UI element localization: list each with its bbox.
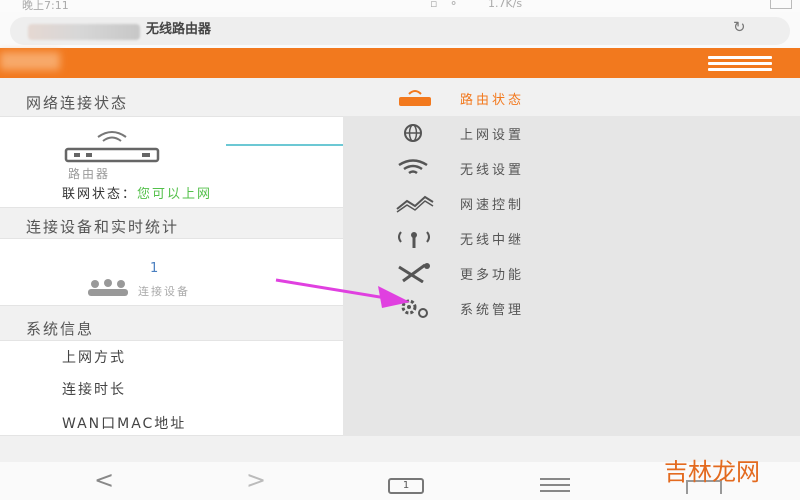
menu-item-label: 无线中继: [460, 233, 525, 248]
wifi-icon: [398, 159, 428, 175]
device-count: 1: [150, 261, 159, 276]
network-status-card: 路由器 联网状态：您可以上网: [0, 116, 343, 208]
battery-icon: [770, 0, 792, 9]
blurred-url: [28, 24, 140, 40]
network-speed: 1.7K/s: [488, 0, 523, 10]
menu-item-label: 系统管理: [460, 303, 525, 318]
device-label: 连接设备: [138, 285, 190, 298]
router-icon: [64, 131, 160, 163]
main-content: 网络连接状态 路由器 联网状态：您可以上网 连接设备和实时统计 1 连接设备 系…: [0, 78, 343, 436]
annotation-arrow: [275, 278, 410, 308]
menu-item-internet-settings[interactable]: 上网设置: [343, 115, 800, 150]
connection-status-value: 您可以上网: [137, 187, 213, 202]
info-row-connection-type: 上网方式: [62, 350, 126, 366]
globe-icon: [404, 124, 422, 142]
menu-item-label: 无线设置: [460, 163, 525, 178]
router-label: 路由器: [68, 167, 111, 181]
connection-status: 联网状态：您可以上网: [62, 183, 212, 202]
divider-line: [226, 144, 343, 146]
header-logo-blurred: [0, 52, 60, 70]
app-header: [0, 48, 800, 78]
tabs-button[interactable]: 1: [388, 478, 424, 494]
status-bar: 晚上7:11 ▫ ⚬ 1.7K/s: [0, 0, 800, 12]
page-title: 无线路由器: [146, 22, 212, 37]
info-row-wan-mac: WAN口MAC地址: [62, 416, 187, 432]
menu-item-label: 路由状态: [460, 93, 525, 108]
menu-item-label: 上网设置: [460, 128, 525, 143]
menu-item-label: 网速控制: [460, 198, 525, 213]
refresh-icon[interactable]: ↻: [733, 18, 746, 36]
menu-item-speed-control[interactable]: 网速控制: [343, 185, 800, 220]
forward-button[interactable]: >: [246, 466, 266, 494]
side-menu: 路由状态 上网设置 无线设置 网速控制 无线中继 更多功能 系统管理: [343, 78, 800, 436]
devices-section-title: 连接设备和实时统计: [26, 218, 180, 236]
connection-status-label: 联网状态：: [62, 187, 138, 202]
router-icon: [399, 90, 431, 106]
notification-icons: ▫ ⚬: [430, 0, 463, 10]
hamburger-menu-icon[interactable]: [708, 56, 772, 71]
speed-wave-icon: [396, 195, 434, 213]
antenna-icon: [398, 231, 430, 248]
info-row-uptime: 连接时长: [62, 382, 126, 398]
network-section-title: 网络连接状态: [26, 94, 129, 112]
users-icon: [88, 279, 128, 296]
system-section-title: 系统信息: [26, 320, 95, 338]
watermark-text: 吉林龙网: [664, 458, 760, 486]
menu-item-wireless-repeater[interactable]: 无线中继: [343, 220, 800, 255]
menu-item-wireless-settings[interactable]: 无线设置: [343, 150, 800, 185]
menu-item-label: 更多功能: [460, 268, 525, 283]
browser-address-bar[interactable]: 无线路由器 ↻: [0, 12, 800, 48]
browser-menu-icon[interactable]: [540, 478, 570, 496]
menu-item-router-status[interactable]: 路由状态: [343, 80, 800, 115]
back-button[interactable]: <: [94, 466, 114, 494]
system-info-card: 上网方式 连接时长 WAN口MAC地址: [0, 340, 343, 436]
